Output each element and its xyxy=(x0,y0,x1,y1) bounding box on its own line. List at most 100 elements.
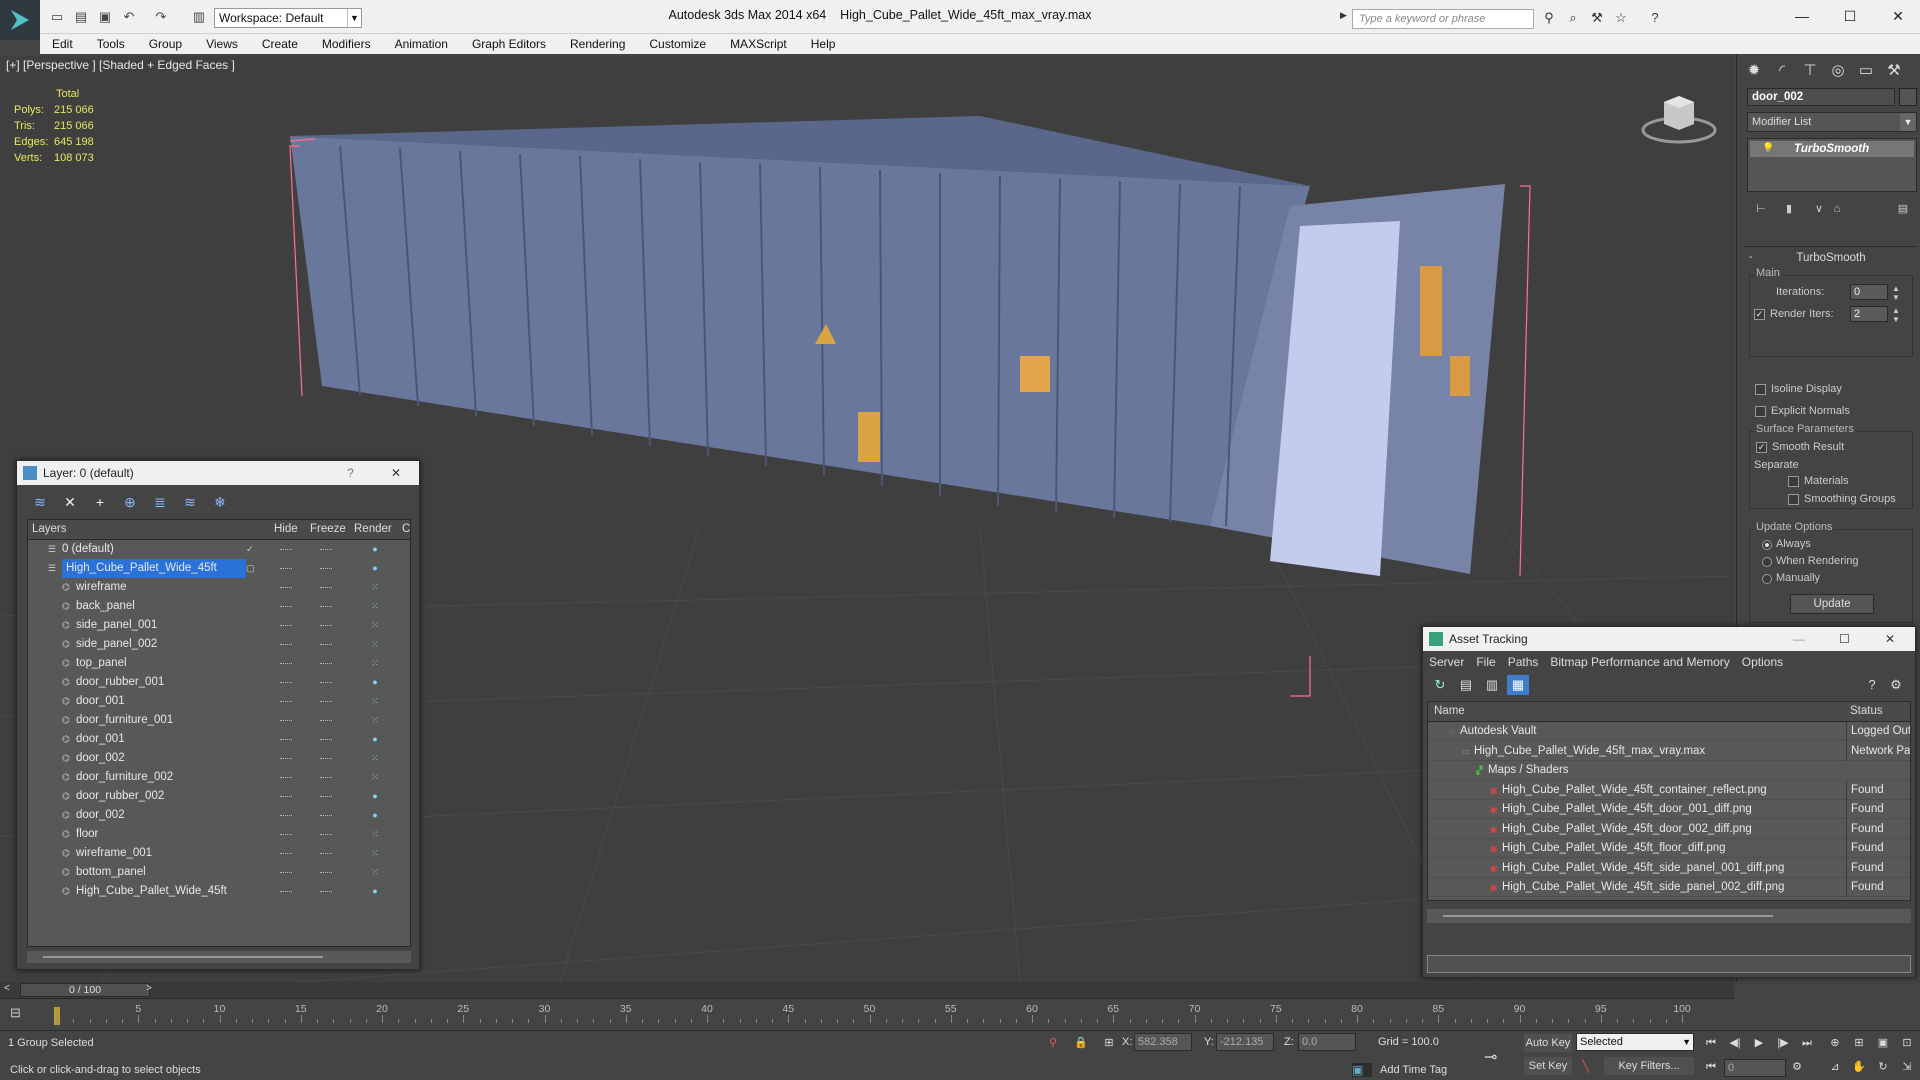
column-freeze[interactable]: Freeze xyxy=(310,523,346,535)
time-configuration-icon[interactable]: ⚙ xyxy=(1788,1059,1806,1075)
scroll-thumb[interactable] xyxy=(1443,915,1773,917)
highlight-layer-icon[interactable]: ≣ xyxy=(147,491,173,513)
freeze-toggle[interactable] xyxy=(320,796,332,798)
hide-toggle[interactable] xyxy=(280,815,292,817)
layer-row[interactable]: ⌬ top_panel ⁙ xyxy=(28,654,410,673)
render-toggle-icon[interactable]: ⁙ xyxy=(370,715,380,725)
render-toggle-icon[interactable]: ● xyxy=(370,734,380,744)
hide-toggle[interactable] xyxy=(280,663,292,665)
help-icon[interactable]: ? xyxy=(1861,675,1883,695)
communication-center-icon[interactable]: ⚒ xyxy=(1588,10,1606,26)
lightbulb-icon[interactable]: 💡 xyxy=(1762,141,1774,157)
render-iters-checkbox[interactable]: ✓ xyxy=(1754,309,1765,320)
layer-row[interactable]: ⌬ High_Cube_Pallet_Wide_45ft ● xyxy=(28,882,410,901)
freeze-toggle[interactable] xyxy=(320,644,332,646)
layer-row[interactable]: ⌬ floor ⁙ xyxy=(28,825,410,844)
search-expand-icon[interactable]: ▶ xyxy=(1340,10,1350,21)
y-coordinate-field[interactable]: -212.135 xyxy=(1216,1033,1274,1051)
smoothing-groups-checkbox[interactable] xyxy=(1788,494,1799,505)
column-hide[interactable]: Hide xyxy=(274,523,298,535)
redo-icon[interactable]: ↷ xyxy=(152,9,170,25)
close-icon[interactable]: ✕ xyxy=(391,461,401,485)
z-coordinate-field[interactable]: 0.0 xyxy=(1298,1033,1356,1051)
menu-file[interactable]: File xyxy=(1470,653,1501,671)
subscription-icon[interactable]: ⌕ xyxy=(1564,10,1582,26)
layer-row[interactable]: ⌬ wireframe ⁙ xyxy=(28,578,410,597)
next-frame-icon[interactable]: |▶ xyxy=(1774,1035,1792,1051)
hide-all-layers-icon[interactable]: ≋ xyxy=(177,491,203,513)
render-toggle-icon[interactable]: ⁙ xyxy=(370,753,380,763)
hide-toggle[interactable] xyxy=(280,606,292,608)
freeze-all-layers-icon[interactable]: ❄ xyxy=(207,491,233,513)
maximize-button[interactable]: ☐ xyxy=(1828,4,1872,28)
freeze-toggle[interactable] xyxy=(320,663,332,665)
freeze-toggle[interactable] xyxy=(320,758,332,760)
refresh-icon[interactable]: ↻ xyxy=(1429,675,1451,695)
layer-row[interactable]: ⌬ bottom_panel ⁙ xyxy=(28,863,410,882)
viewport-label[interactable]: [+] [Perspective ] [Shaded + Edged Faces… xyxy=(6,58,235,72)
current-layer-check-icon[interactable]: ✓ xyxy=(246,544,256,554)
menu-graph-editors[interactable]: Graph Editors xyxy=(460,37,558,51)
layer-row[interactable]: ⌬ door_rubber_002 ● xyxy=(28,787,410,806)
go-to-end-icon[interactable]: ⏭ xyxy=(1798,1035,1816,1051)
modifier-list-dropdown[interactable]: Modifier List ▼ xyxy=(1747,112,1917,132)
go-to-start-icon[interactable]: ⏮ xyxy=(1702,1035,1720,1051)
layer-row[interactable]: ☰ High_Cube_Pallet_Wide_45ft ● ▢ xyxy=(28,559,410,578)
zoom-all-icon[interactable]: ⊞ xyxy=(1850,1035,1868,1051)
maximize-viewport-icon[interactable]: ⇲ xyxy=(1898,1059,1916,1075)
hide-toggle[interactable] xyxy=(280,549,292,551)
asset-dialog-titlebar[interactable]: Asset Tracking — ☐ ✕ xyxy=(1423,627,1915,651)
utilities-tab-icon[interactable]: ⚒ xyxy=(1881,58,1907,82)
track-bar[interactable]: ⊟ 5 10 15 20 25 30 35 40 45 50 55 60 65 70 75 80 85 90 95 1… xyxy=(0,998,1734,1030)
freeze-toggle[interactable] xyxy=(320,834,332,836)
collapse-icon[interactable]: - xyxy=(1749,251,1753,263)
hide-toggle[interactable] xyxy=(280,758,292,760)
make-unique-icon[interactable]: ∨ xyxy=(1809,200,1829,218)
spinner-arrows-icon[interactable]: ▲ ▼ xyxy=(1892,306,1900,324)
asset-row[interactable]: ▞ Maps / Shaders xyxy=(1428,761,1910,780)
list-view-icon[interactable]: ▤ xyxy=(1455,675,1477,695)
hide-toggle[interactable] xyxy=(280,682,292,684)
help-icon[interactable]: ? xyxy=(347,461,354,485)
asset-row[interactable]: ⌂ Autodesk Vault Logged Out xyxy=(1428,722,1910,741)
when-rendering-radio[interactable] xyxy=(1762,557,1772,567)
column-status[interactable]: Status xyxy=(1850,705,1883,717)
settings-icon[interactable]: ⚙ xyxy=(1885,675,1907,695)
render-toggle-icon[interactable]: ● xyxy=(370,886,380,896)
render-toggle-icon[interactable]: ⁙ xyxy=(370,620,380,630)
freeze-toggle[interactable] xyxy=(320,682,332,684)
zoom-icon[interactable]: ⊕ xyxy=(1826,1035,1844,1051)
menu-server[interactable]: Server xyxy=(1423,653,1470,671)
hide-toggle[interactable] xyxy=(280,777,292,779)
zoom-extents-icon[interactable]: ▣ xyxy=(1874,1035,1892,1051)
modify-tab-icon[interactable]: ◜ xyxy=(1769,58,1795,82)
set-current-layer-icon[interactable]: ▢ xyxy=(246,563,256,573)
maximize-icon[interactable]: ☐ xyxy=(1839,627,1850,651)
asset-row[interactable]: ▣ High_Cube_Pallet_Wide_45ft_door_001_dif… xyxy=(1428,800,1910,819)
column-name[interactable]: Name xyxy=(1434,705,1465,717)
layer-row[interactable]: ⌬ door_furniture_002 ⁙ xyxy=(28,768,410,787)
time-slider[interactable]: < 0 / 100 > xyxy=(0,982,1734,998)
previous-frame-icon[interactable]: ◀| xyxy=(1726,1035,1744,1051)
auto-key-button[interactable]: Auto Key xyxy=(1524,1034,1572,1052)
render-toggle-icon[interactable]: ● xyxy=(370,677,380,687)
menu-customize[interactable]: Customize xyxy=(637,37,718,51)
viewcube-icon[interactable] xyxy=(1640,86,1718,146)
add-time-tag-icon[interactable]: ▣ xyxy=(1352,1063,1372,1077)
menu-create[interactable]: Create xyxy=(250,37,310,51)
layer-horizontal-scrollbar[interactable] xyxy=(27,951,411,963)
render-toggle-icon[interactable]: ● xyxy=(370,544,380,554)
spinner-arrows-icon[interactable]: ▲ ▼ xyxy=(1892,284,1900,302)
render-iters-spinner[interactable]: 2 xyxy=(1850,306,1888,322)
scroll-thumb[interactable] xyxy=(43,956,323,958)
freeze-toggle[interactable] xyxy=(320,720,332,722)
add-time-tag[interactable]: Add Time Tag xyxy=(1380,1064,1447,1076)
close-button[interactable]: ✕ xyxy=(1876,4,1920,28)
time-slider-thumb[interactable]: 0 / 100 xyxy=(20,983,150,997)
menu-options[interactable]: Options xyxy=(1736,653,1789,671)
manually-radio[interactable] xyxy=(1762,574,1772,584)
asset-path-field[interactable] xyxy=(1427,955,1911,973)
menu-tools[interactable]: Tools xyxy=(85,37,137,51)
hide-toggle[interactable] xyxy=(280,720,292,722)
column-layers[interactable]: Layers xyxy=(32,523,67,535)
